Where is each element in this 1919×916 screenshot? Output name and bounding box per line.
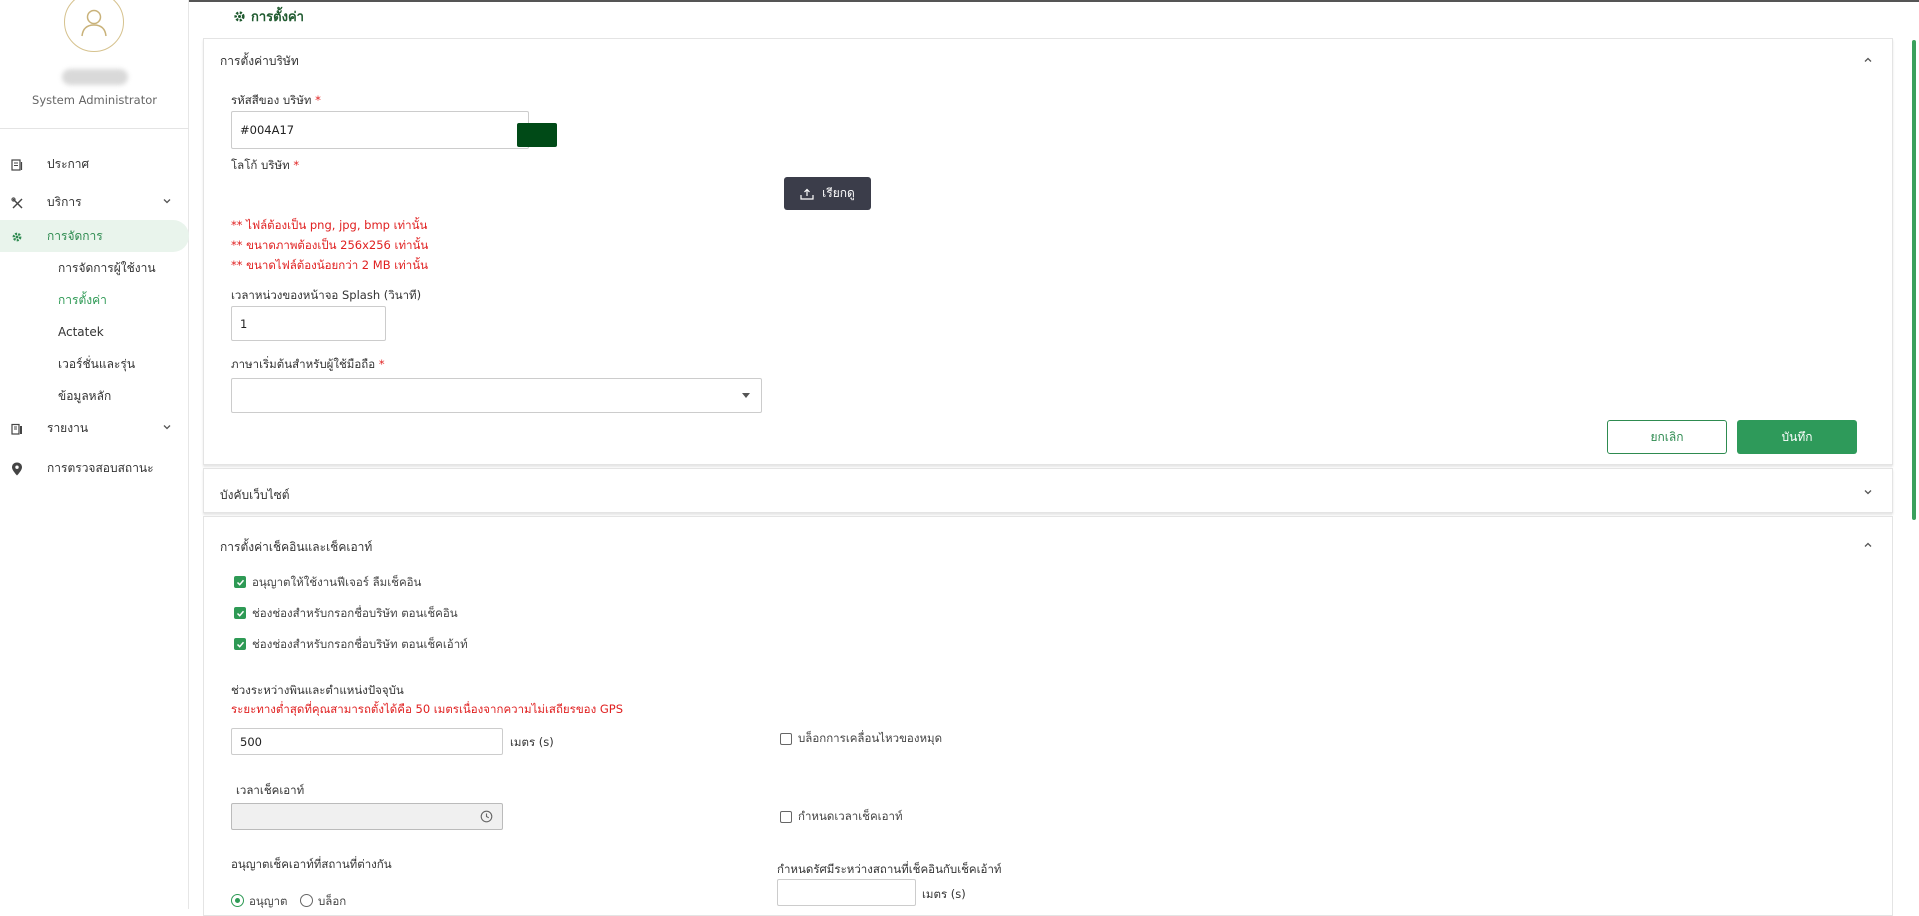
force-website-header[interactable]: บังคับเว็บไซต์ [220, 486, 290, 505]
chevron-up-icon[interactable] [1862, 54, 1874, 66]
checkmark-icon [236, 579, 244, 586]
pin-distance-unit: เมตร (s) [510, 735, 554, 749]
company-name-checkin-label: ช่องช่องสำหรับกรอกชื่อบริษัท ตอนเช็คอิน [252, 606, 458, 620]
checkout-time-input[interactable] [231, 803, 503, 830]
default-language-select[interactable] [231, 378, 762, 413]
browse-button[interactable]: เรียกดู [784, 177, 871, 210]
gear-icon [10, 230, 24, 244]
forgot-checkin-checkbox[interactable] [234, 576, 246, 588]
radius-label: กำหนดรัศมีระหว่างสถานที่เช็คอินกับเช็คเอ… [777, 862, 1002, 876]
company-color-label: รหัสสีของ บริษัท * [231, 93, 321, 107]
browse-button-label: เรียกดู [822, 186, 855, 200]
sidebar-item-label: การตรวจสอบสถานะ [47, 460, 154, 475]
company-settings-panel: การตั้งค่าบริษัท รหัสสีของ บริษัท * #004… [203, 38, 1893, 465]
username-redacted [62, 69, 128, 85]
allow-radio[interactable] [231, 894, 244, 907]
logo-warning: ** ไฟล์ต้องเป็น png, jpg, bmp เท่านั้น [231, 218, 428, 232]
block-radio[interactable] [300, 894, 313, 907]
sidebar: System Administrator ประกาศ บริการ การจั… [0, 0, 189, 909]
sidebar-item-label: ประกาศ [47, 156, 90, 171]
pin-distance-warning: ระยะทางต่ำสุดที่คุณสามารถตั้งได้คือ 50 เ… [231, 702, 624, 716]
logo-warning: ** ขนาดไฟล์ต้องน้อยกว่า 2 MB เท่านั้น [231, 258, 428, 272]
color-swatch[interactable] [517, 123, 557, 147]
sidebar-item-label: การจัดการ [47, 228, 103, 243]
allow-radio-label: อนุญาต [249, 894, 288, 908]
user-icon [81, 9, 107, 37]
report-icon [10, 422, 24, 436]
company-logo-label: โลโก้ บริษัท * [231, 158, 300, 172]
sidebar-item-announcement[interactable]: ประกาศ [0, 148, 189, 180]
dropdown-arrow-icon[interactable] [742, 393, 750, 399]
page-header: การตั้งค่า [203, 0, 1893, 32]
sidebar-subitem-actatek[interactable]: Actatek [0, 316, 189, 348]
sidebar-item-services[interactable]: บริการ [0, 186, 189, 218]
cancel-button[interactable]: ยกเลิก [1607, 420, 1727, 454]
sidebar-item-management[interactable]: การจัดการ [0, 220, 189, 252]
sidebar-item-label: บริการ [47, 194, 82, 209]
sidebar-subitem-settings[interactable]: การตั้งค่า [0, 284, 189, 316]
checkin-checkout-header[interactable]: การตั้งค่าเช็คอินและเช็คเอาท์ [220, 538, 372, 557]
checkmark-icon [236, 610, 244, 617]
clock-icon [480, 810, 493, 823]
management-submenu: การจัดการผู้ใช้งาน การตั้งค่า Actatek เว… [0, 252, 189, 412]
chevron-up-icon[interactable] [1862, 539, 1874, 551]
checkout-time-label: เวลาเช็คเอาท์ [236, 783, 305, 797]
default-language-label: ภาษาเริ่มต้นสำหรับผู้ใช้มือถือ * [231, 357, 385, 371]
logo-warning: ** ขนาดภาพต้องเป็น 256x256 เท่านั้น [231, 238, 429, 252]
chevron-down-icon [163, 425, 171, 430]
block-pin-movement-checkbox[interactable] [780, 733, 792, 745]
sidebar-subitem-user-management[interactable]: การจัดการผู้ใช้งาน [0, 252, 189, 284]
checkin-checkout-panel: การตั้งค่าเช็คอินและเช็คเอาท์ อนุญาตให้ใ… [203, 516, 1893, 916]
radius-unit: เมตร (s) [922, 887, 966, 901]
sidebar-nav: ประกาศ บริการ การจัดการ การจัดการผู้ใช้ง… [0, 148, 189, 484]
splash-delay-input[interactable]: 1 [231, 306, 386, 341]
announcement-icon [10, 158, 24, 172]
company-settings-header[interactable]: การตั้งค่าบริษัท [220, 52, 299, 71]
company-name-checkin-checkbox[interactable] [234, 607, 246, 619]
allow-diff-location-label: อนุญาตเช็คเอาท์ที่สถานที่ต่างกัน [231, 857, 392, 871]
chevron-down-icon[interactable] [1862, 486, 1874, 498]
set-checkout-time-label: กำหนดเวลาเช็คเอาท์ [798, 809, 903, 823]
sidebar-subitem-versions[interactable]: เวอร์ชั่นและรุ่น [0, 348, 189, 380]
company-name-checkout-label: ช่องช่องสำหรับกรอกชื่อบริษัท ตอนเช็คเอ้า… [252, 637, 468, 651]
user-role: System Administrator [32, 93, 157, 107]
sidebar-item-reports[interactable]: รายงาน [0, 412, 189, 444]
sidebar-item-label: รายงาน [47, 420, 89, 435]
main-content: การตั้งค่า การตั้งค่าบริษัท รหัสสีของ บร… [203, 0, 1893, 916]
pin-distance-label: ช่วงระหว่างพินและตำแหน่งปัจจุบัน [231, 683, 404, 697]
forgot-checkin-label: อนุญาตให้ใช้งานฟีเจอร์ ลืมเช็คอิน [252, 575, 422, 589]
company-color-input[interactable]: #004A17 [231, 111, 529, 149]
block-pin-movement-label: บล็อกการเคลื่อนไหวของหมุด [798, 731, 943, 745]
radius-input[interactable] [777, 879, 916, 906]
sidebar-subitem-master-data[interactable]: ข้อมูลหลัก [0, 380, 189, 412]
pin-distance-input[interactable]: 500 [231, 728, 503, 755]
gear-icon [234, 11, 245, 22]
sidebar-item-status-check[interactable]: การตรวจสอบสถานะ [0, 452, 189, 484]
location-pin-icon [10, 462, 24, 476]
upload-icon [800, 188, 814, 200]
page-title-text: การตั้งค่า [251, 10, 304, 25]
tools-icon [10, 196, 24, 210]
page-title: การตั้งค่า [233, 6, 304, 27]
sidebar-divider [0, 128, 189, 129]
chevron-down-icon [163, 199, 171, 204]
save-button[interactable]: บันทึก [1737, 420, 1857, 454]
block-radio-label: บล็อก [318, 894, 347, 908]
company-name-checkout-checkbox[interactable] [234, 638, 246, 650]
scrollbar[interactable] [1912, 40, 1916, 520]
checkmark-icon [236, 641, 244, 648]
splash-delay-label: เวลาหน่วงของหน้าจอ Splash (วินาที) [231, 288, 422, 302]
avatar[interactable] [64, 0, 124, 52]
set-checkout-time-checkbox[interactable] [780, 811, 792, 823]
force-website-panel: บังคับเว็บไซต์ [203, 468, 1893, 513]
